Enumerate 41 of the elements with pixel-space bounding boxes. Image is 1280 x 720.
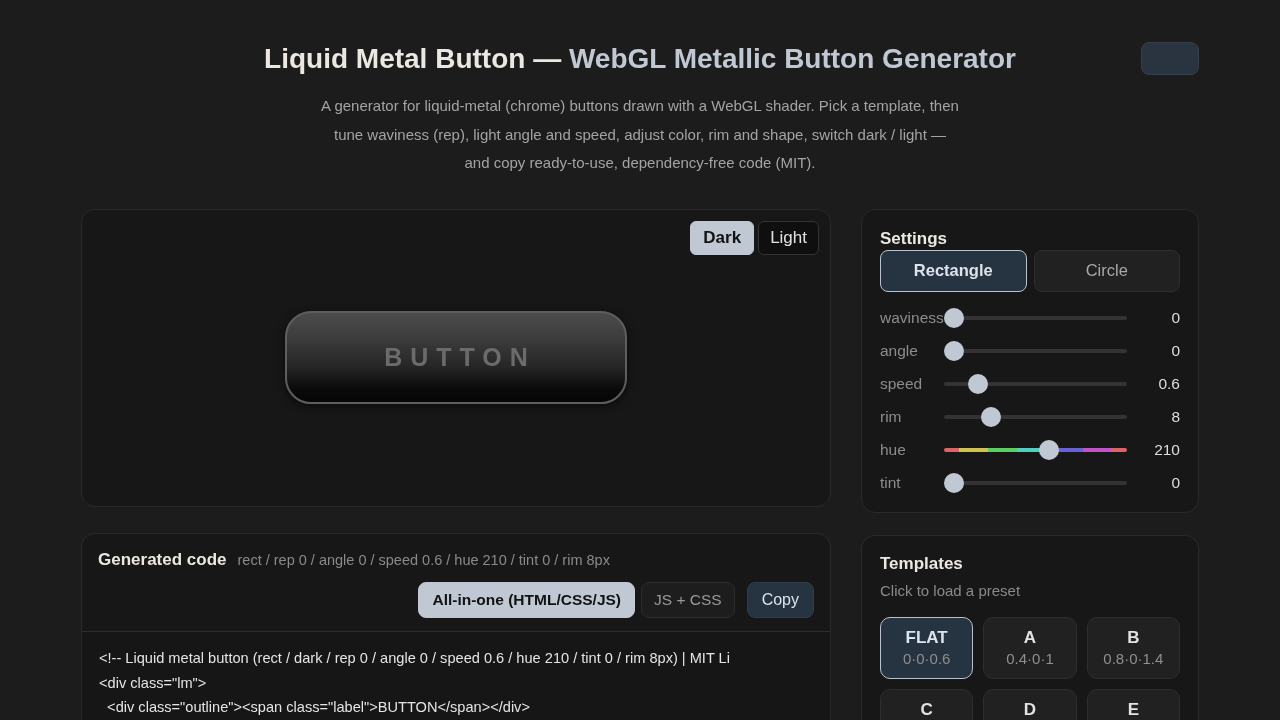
shape-option[interactable]: Rectangle — [880, 249, 1027, 292]
theme-toggle[interactable]: Dark — [690, 220, 755, 255]
slider-value: 0 — [1170, 473, 1180, 494]
slider-thumb[interactable] — [944, 341, 964, 361]
code-line: <!-- Liquid metal button (rect / dark / rep 0 / angle 0 / speed 0.6 / hue 210 / tint 0 / rim 8px) | MIT Li — [99, 649, 731, 668]
slider-thumb[interactable] — [944, 473, 964, 493]
template-tile[interactable]: E — [1086, 688, 1180, 720]
copy-button[interactable]: Copy — [746, 582, 814, 618]
slider-value: 210 — [1153, 440, 1180, 461]
settings-summary: rect / rep 0 / angle 0 / speed 0.6 / hue 210 / tint 0 / rim 8px — [237, 550, 610, 570]
slider-value: 8 — [1170, 407, 1180, 428]
slider-thumb[interactable] — [968, 374, 989, 394]
theme-toggle[interactable]: Light — [758, 220, 819, 255]
template-tile[interactable]: A 0.4·0·1 — [983, 616, 1077, 679]
slider-thumb[interactable] — [981, 407, 1002, 427]
page-title: Liquid Metal Button — WebGL Metallic Button Generator — [264, 42, 1016, 76]
template-tile[interactable]: FLAT 0·0·0.6 — [880, 616, 974, 679]
slider-label: speed — [880, 374, 924, 395]
panel-title: Generated code — [98, 548, 227, 571]
format-tab[interactable]: All-in-one (HTML/CSS/JS) — [418, 582, 635, 618]
panel-title: Templates — [880, 553, 964, 574]
code-line: <div class="lm"> — [99, 673, 208, 693]
template-tile[interactable]: C — [880, 688, 974, 720]
slider-value: 0.6 — [1157, 374, 1180, 395]
slider-thumb[interactable] — [1039, 440, 1059, 460]
shape-option[interactable]: Circle — [1033, 249, 1180, 292]
panel-title: Settings — [880, 228, 949, 249]
slider-label: rim — [880, 407, 903, 428]
slider-label: angle — [880, 341, 919, 362]
slider-value: 0 — [1170, 308, 1180, 329]
template-tile[interactable]: B 0.8·0·1.4 — [1086, 616, 1180, 679]
slider-label: tint — [880, 473, 902, 494]
slider-label: waviness — [880, 308, 944, 329]
slider-thumb[interactable] — [944, 308, 964, 328]
panel-subtitle: Click to load a preset — [880, 580, 1022, 601]
template-tile[interactable]: D — [983, 688, 1077, 720]
format-tab[interactable]: JS + CSS — [641, 582, 735, 618]
page-description: A generator for liquid-metal (chrome) buttons drawn with a WebGL shader. Pick a template, then tune waviness (rep), light angle and speed, adjust color, rim and shape, switch dark / light — and copy ready-to-use, dependency-free code (MIT). — [320, 96, 960, 173]
slider-value: 0 — [1170, 341, 1180, 362]
code-line: <div class="outline"><span class="label">BUTTON</span></div> — [106, 698, 531, 717]
slider-label: hue — [880, 440, 907, 461]
